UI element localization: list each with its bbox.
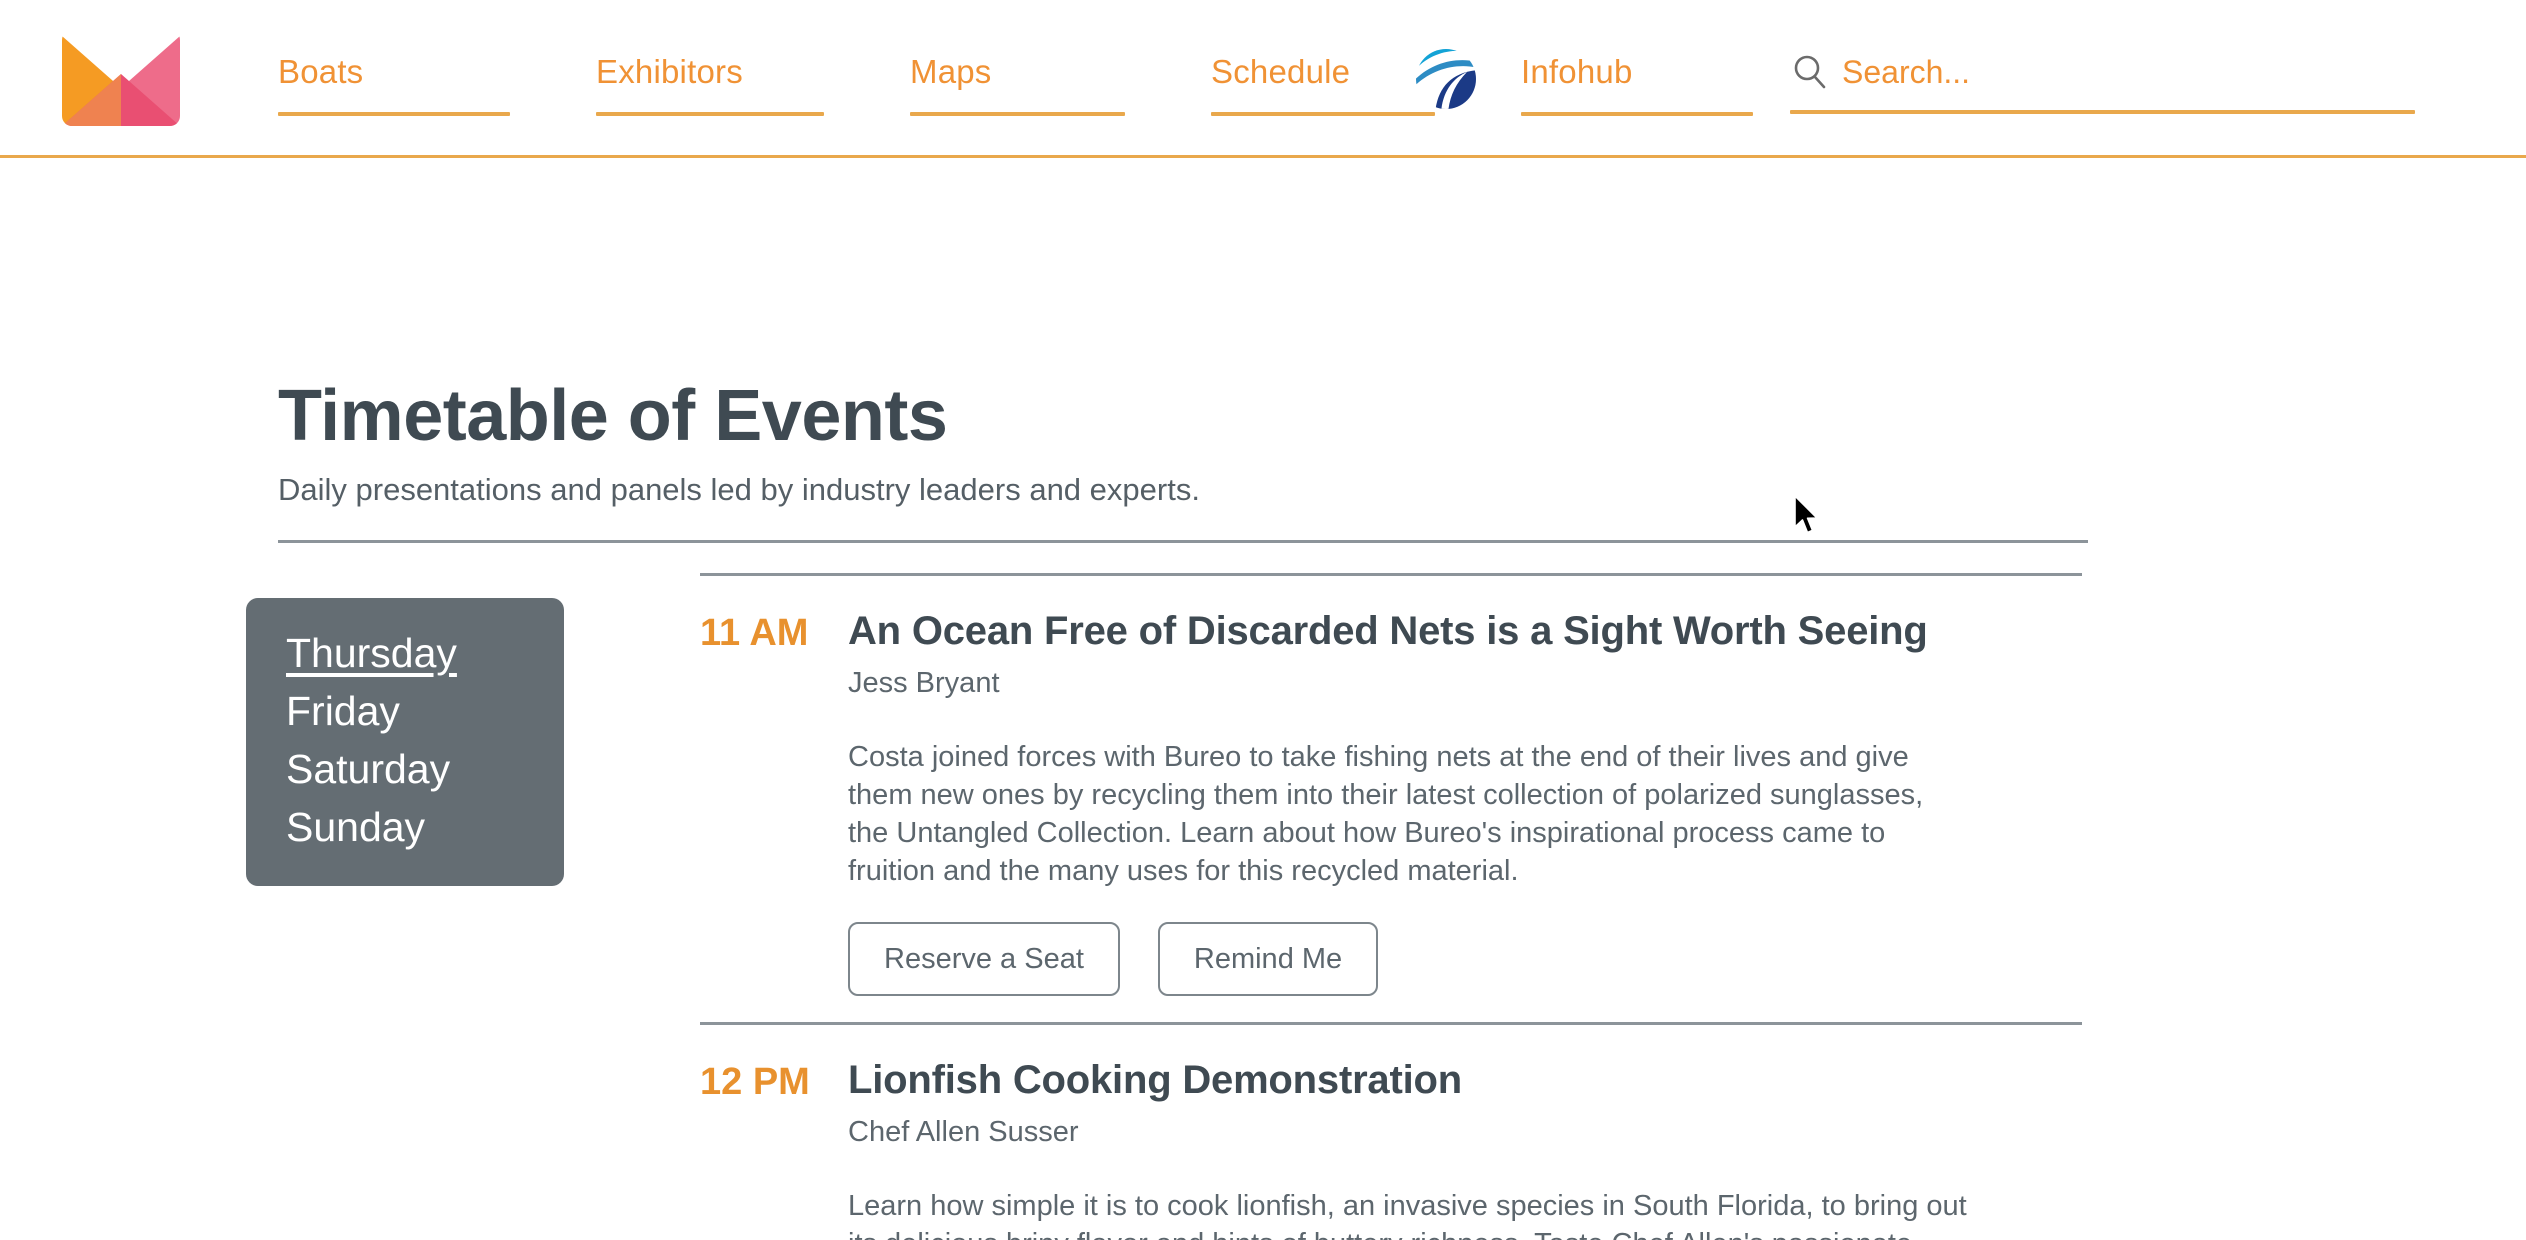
nav-item-exhibitors[interactable]: Exhibitors xyxy=(596,52,824,116)
remind-me-button[interactable]: Remind Me xyxy=(1158,922,1378,996)
search-area[interactable] xyxy=(1790,48,2420,114)
primary-nav: Boats Exhibitors Maps Schedule Infohub xyxy=(278,52,1753,116)
nav-item-label: Schedule xyxy=(1211,52,1435,92)
day-item-saturday[interactable]: Saturday xyxy=(286,740,450,798)
page-heading: Timetable of Events Daily presentations … xyxy=(278,376,2088,510)
page-subtitle: Daily presentations and panels led by in… xyxy=(278,470,2088,510)
event-time: 12 PM xyxy=(700,1055,848,1240)
nav-item-label: Exhibitors xyxy=(596,52,824,92)
nav-item-label: Maps xyxy=(910,52,1125,92)
event-title[interactable]: An Ocean Free of Discarded Nets is a Sig… xyxy=(848,606,2090,656)
events-list: 11 AM An Ocean Free of Discarded Nets is… xyxy=(700,573,2090,1240)
event-description: Learn how simple it is to cook lionfish,… xyxy=(848,1187,1968,1240)
nav-item-label: Boats xyxy=(278,52,510,92)
nav-item-boats[interactable]: Boats xyxy=(278,52,510,116)
event-time: 11 AM xyxy=(700,606,848,996)
event-item: 12 PM Lionfish Cooking Demonstration Che… xyxy=(700,1022,2090,1240)
search-input[interactable] xyxy=(1842,54,2402,91)
day-item-friday[interactable]: Friday xyxy=(286,682,400,740)
nav-item-schedule[interactable]: Schedule xyxy=(1211,52,1435,116)
nav-item-maps[interactable]: Maps xyxy=(910,52,1125,116)
page-title: Timetable of Events xyxy=(278,376,2088,456)
partner-swoosh-logo[interactable] xyxy=(1415,48,1477,110)
event-speaker: Chef Allen Susser xyxy=(848,1113,2090,1151)
nav-underline xyxy=(596,112,824,116)
nav-underline xyxy=(1211,112,1435,116)
nav-underline xyxy=(910,112,1125,116)
nav-item-label: Infohub xyxy=(1521,52,1753,92)
reserve-seat-button[interactable]: Reserve a Seat xyxy=(848,922,1120,996)
heading-divider xyxy=(278,540,2088,543)
event-item: 11 AM An Ocean Free of Discarded Nets is… xyxy=(700,573,2090,1022)
nav-underline xyxy=(1521,112,1753,116)
day-item-thursday[interactable]: Thursday xyxy=(286,624,457,682)
search-icon[interactable] xyxy=(1790,52,1830,92)
event-speaker: Jess Bryant xyxy=(848,664,2090,702)
event-title[interactable]: Lionfish Cooking Demonstration xyxy=(848,1055,2090,1105)
day-item-sunday[interactable]: Sunday xyxy=(286,798,425,856)
brand-logo-m[interactable] xyxy=(62,30,180,126)
site-header: Boats Exhibitors Maps Schedule Infohub xyxy=(0,0,2526,158)
day-selector: Thursday Friday Saturday Sunday xyxy=(246,598,564,886)
event-description: Costa joined forces with Bureo to take f… xyxy=(848,738,1968,890)
event-actions: Reserve a Seat Remind Me xyxy=(848,922,2090,996)
search-underline xyxy=(1790,110,2415,114)
nav-underline xyxy=(278,112,510,116)
nav-item-infohub[interactable]: Infohub xyxy=(1521,52,1753,116)
